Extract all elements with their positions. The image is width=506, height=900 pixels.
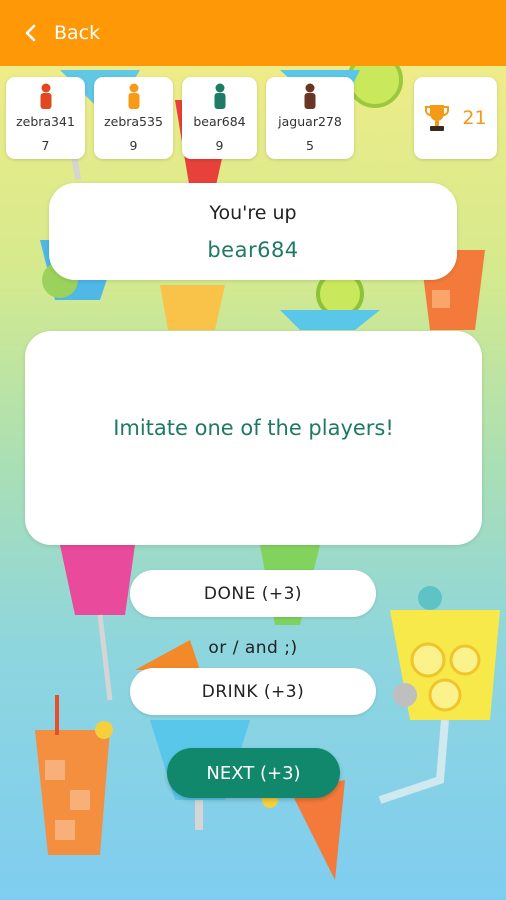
trophy-total: 21 <box>414 77 497 159</box>
back-label: Back <box>54 22 101 44</box>
or-and-text: or / and ;) <box>208 638 298 658</box>
players-scoreboard: zebra341 7 zebra535 9 bear684 9 jaguar27… <box>6 77 354 159</box>
pawn-icon <box>304 83 316 109</box>
player-card: zebra341 7 <box>6 77 85 159</box>
pawn-icon <box>214 83 225 109</box>
pawn-icon <box>40 83 51 109</box>
task-text: Imitate one of the players! <box>113 416 394 440</box>
player-card: jaguar278 5 <box>266 77 354 159</box>
player-score: 5 <box>306 138 314 153</box>
app-header: Back <box>0 0 506 66</box>
trophy-icon <box>425 105 450 131</box>
player-name: bear684 <box>193 114 246 129</box>
done-button[interactable]: DONE (+3) <box>130 570 376 617</box>
back-button[interactable]: Back <box>24 22 100 44</box>
player-score: 9 <box>215 138 224 153</box>
player-card: bear684 9 <box>182 77 257 159</box>
player-name: jaguar278 <box>278 114 342 129</box>
task-card: Imitate one of the players! <box>25 331 482 545</box>
trophy-count: 21 <box>462 107 487 129</box>
player-score: 9 <box>129 138 138 153</box>
pawn-icon <box>128 83 139 109</box>
player-name: zebra535 <box>104 114 163 129</box>
player-card: zebra535 9 <box>94 77 173 159</box>
drink-button[interactable]: DRINK (+3) <box>130 668 376 715</box>
next-button[interactable]: NEXT (+3) <box>167 748 340 798</box>
player-score: 7 <box>41 138 50 153</box>
current-player-name: bear684 <box>207 237 299 262</box>
turn-label: You're up <box>209 201 297 224</box>
player-name: zebra341 <box>16 114 75 129</box>
chevron-left-icon <box>25 24 36 42</box>
current-turn-card: You're up bear684 <box>49 183 457 280</box>
